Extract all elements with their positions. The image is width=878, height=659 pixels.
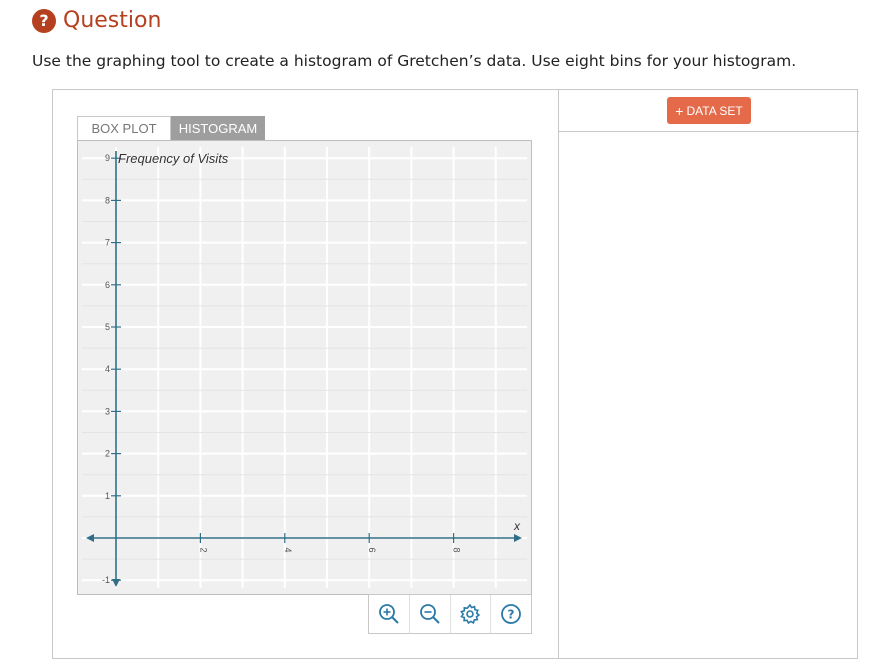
add-data-set-label: DATA SET [686,103,743,118]
help-button[interactable]: ? [491,595,531,633]
y-tick-label: 2 [105,449,110,459]
y-tick-label: 9 [105,153,110,163]
help-icon: ? [501,604,522,624]
y-tick-label: 3 [105,406,110,416]
zoom-out-icon [419,604,440,624]
zoom-in-button[interactable] [369,595,410,633]
y-tick-label: 6 [105,280,110,290]
x-axis-arrow-right [514,534,522,542]
grid-lines [82,147,527,588]
plus-icon: + [675,102,684,119]
x-tick-label: 6 [367,547,377,552]
x-tick-label: 4 [283,547,293,552]
y-tick-label: 4 [105,364,110,374]
divider [559,131,859,132]
question-header: ? Question [32,8,161,33]
x-axis-label: x [513,519,521,533]
y-tick-label: 1 [105,491,110,501]
x-axis-arrow-left [86,534,94,542]
y-axis-label: Frequency of Visits [118,151,229,166]
y-tick-label: 8 [105,195,110,205]
zoom-out-button[interactable] [410,595,451,633]
x-tick-label: 8 [452,547,462,552]
tab-box-plot[interactable]: BOX PLOT [77,116,171,140]
y-tick-label: 5 [105,322,110,332]
histogram-graph[interactable]: 2 4 6 8 9 8 7 6 5 4 3 2 1 -1 Frequency of Visits x [77,140,532,595]
y-tick-label: 7 [105,238,110,248]
graph-toolbar: ? [368,594,532,634]
add-data-set-button[interactable]: + DATA SET [667,97,751,124]
y-tick-label: -1 [102,575,110,585]
x-tick-label: 2 [198,547,208,552]
data-set-panel: + DATA SET [558,89,859,659]
zoom-in-icon [378,604,399,624]
question-text: Use the graphing tool to create a histog… [32,52,797,70]
svg-text:?: ? [508,608,515,622]
tab-histogram[interactable]: HISTOGRAM [171,116,265,140]
graph-canvas[interactable]: 2 4 6 8 9 8 7 6 5 4 3 2 1 -1 Frequency of Visits x [78,141,531,594]
question-title: Question [63,8,162,33]
question-icon: ? [32,8,56,33]
graph-type-tabs: BOX PLOT HISTOGRAM [77,116,265,140]
gear-icon [460,603,481,625]
settings-button[interactable] [451,595,492,633]
